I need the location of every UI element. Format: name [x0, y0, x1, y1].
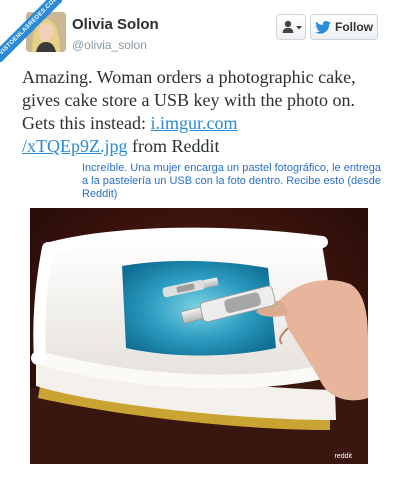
tweet-link-part1[interactable]: i.imgur.com — [151, 113, 238, 133]
translation-caption: Increíble. Una mujer encarga un pastel f… — [82, 162, 382, 200]
profile-handle[interactable]: @olivia_solon — [72, 38, 147, 52]
follow-button[interactable]: Follow — [310, 14, 378, 40]
cake-photo: reddit — [30, 208, 368, 464]
profile-name[interactable]: Olivia Solon — [72, 16, 159, 33]
cake-photo-image: reddit — [30, 208, 368, 464]
tweet-link-part2[interactable]: /xTQEp9Z.jpg — [22, 136, 128, 156]
user-dropdown-icon — [282, 20, 302, 33]
twitter-bird-icon — [315, 20, 331, 34]
tweet-text-source: from Reddit — [127, 136, 220, 156]
follow-label: Follow — [335, 20, 373, 34]
site-ribbon: VISTOENLASREDES.COM — [0, 0, 62, 62]
ribbon-text: VISTOENLASREDES.COM — [0, 0, 62, 62]
photo-watermark: reddit — [334, 453, 352, 460]
user-actions-button[interactable] — [276, 14, 306, 40]
tweet-text: Amazing. Woman orders a photographic cak… — [22, 66, 382, 158]
